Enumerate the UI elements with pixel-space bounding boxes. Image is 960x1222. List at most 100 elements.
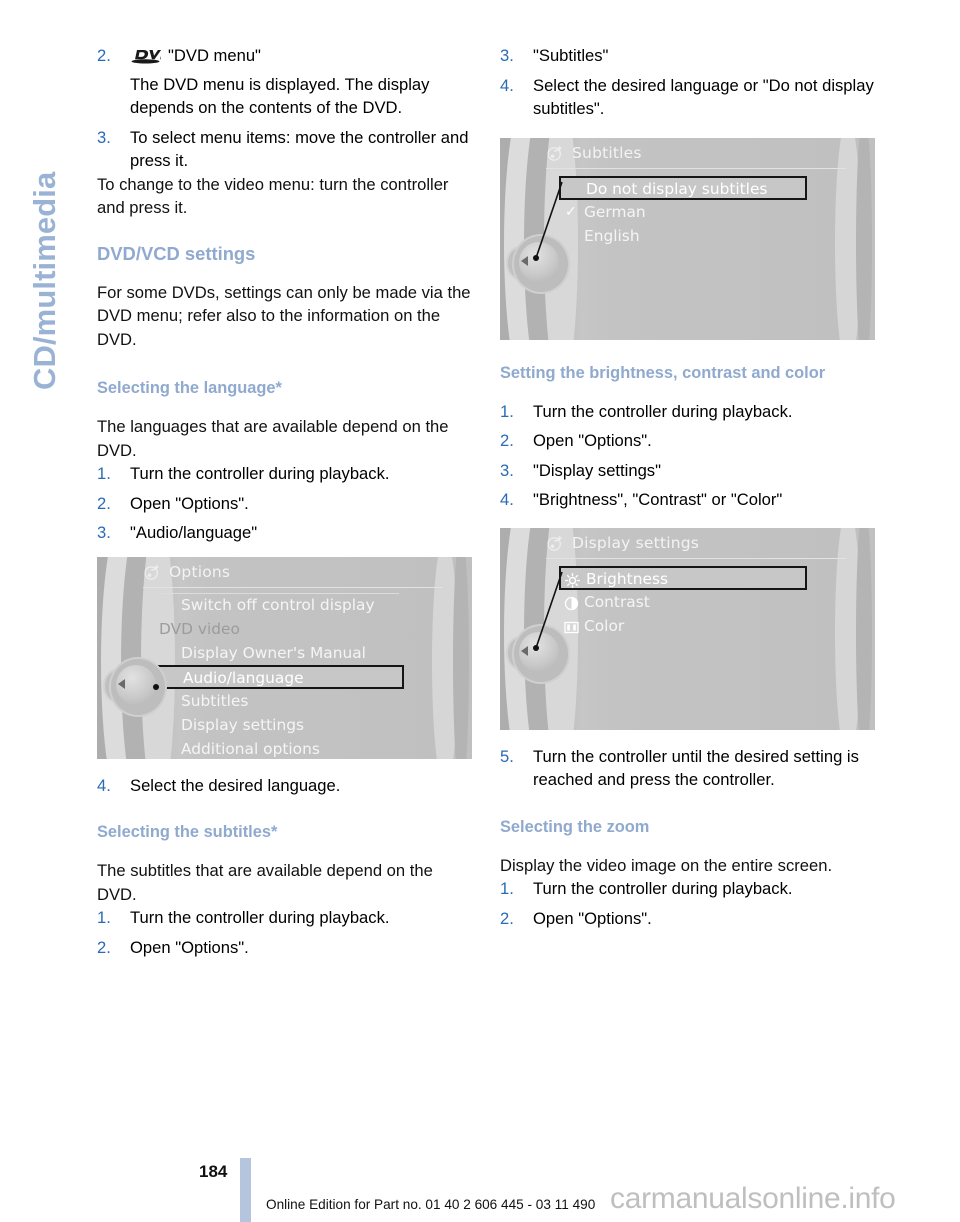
cd-options-icon — [144, 564, 161, 581]
menu-item-display-owners-manual[interactable]: Display Owner's Manual — [159, 641, 403, 665]
step-number: 2. — [97, 493, 111, 513]
zoom-steps: 1. Turn the controller during playback. … — [500, 877, 877, 930]
list-item: 4. Select the desired language. — [97, 774, 474, 798]
menu-item-brightness[interactable]: Brightness — [559, 565, 807, 590]
screenshot-display-settings-menu: Display settings Brightness Contrast Col… — [500, 527, 875, 730]
menu-item-label: Contrast — [584, 592, 650, 611]
menu-item-display-settings[interactable]: Display settings — [159, 713, 403, 737]
list-item: 5. Turn the controller until the desired… — [500, 745, 877, 792]
screen-title: Subtitles — [572, 144, 642, 162]
menu-item-english[interactable]: English — [562, 224, 806, 248]
paragraph-zoom: Display the video image on the entire sc… — [500, 855, 833, 875]
language-step-4: 4. Select the desired language. — [97, 774, 474, 798]
idrive-controller-knob[interactable] — [506, 232, 570, 294]
knob-arrow-icon — [118, 678, 125, 689]
list-item: 2. Open "Options". — [500, 429, 877, 453]
paragraph-video-menu: To change to the video menu: turn the co… — [97, 174, 449, 218]
step-text: Select the desired language. — [130, 775, 341, 795]
cd-options-icon — [547, 535, 564, 552]
menu-item-do-not-display-subtitles[interactable]: Do not display subtitles — [559, 175, 807, 200]
screenshot-options-menu: Options Switch off control display DVD v… — [97, 556, 472, 759]
subheading-selecting-subtitles: Selecting the subtitles* — [97, 823, 278, 841]
brightness-steps: 1. Turn the controller during playback. … — [500, 400, 877, 512]
menu-item-label: Brightness — [586, 569, 668, 588]
heading-selecting-zoom: Selecting the zoom — [500, 817, 650, 836]
step-text: "Audio/language" — [130, 523, 258, 542]
contrast-icon — [564, 594, 580, 610]
step-number: 1. — [97, 908, 111, 927]
step-number: 4. — [500, 75, 514, 95]
menu-list: Brightness Contrast Color — [559, 565, 807, 638]
menu-item-switch-off-control-display[interactable]: Switch off control display — [159, 592, 403, 617]
list-item: 3. "Display settings" — [500, 459, 877, 483]
step-text: Open "Options". — [130, 493, 249, 513]
menu-group-dvd-video: DVD video — [159, 619, 240, 638]
cd-options-icon — [547, 145, 564, 162]
knob-arrow-icon — [521, 645, 528, 656]
screen-header: Subtitles — [500, 138, 875, 169]
step-text: "Display settings" — [533, 460, 661, 480]
list-item: 1. Turn the controller during playback. — [500, 877, 877, 901]
paragraph-subtitles: The subtitles that are available depend … — [97, 861, 433, 904]
heading-brightness-contrast-color: Setting the brightness, contrast and col… — [500, 363, 826, 382]
chapter-title: CD/multimedia — [27, 171, 62, 390]
paragraph-dvd-vcd: For some DVDs, settings can only be made… — [97, 282, 471, 349]
screenshot-subtitles-menu: Subtitles Do not display subtitles ✓ Ger… — [500, 137, 875, 340]
idrive-controller-knob[interactable] — [103, 655, 167, 717]
menu-item-additional-options[interactable]: Additional options — [159, 737, 403, 759]
list-item: 2. Open "Options". — [500, 907, 877, 931]
list-item: 2. Open "Options". — [97, 492, 474, 516]
left-text-column: 2. "DVD menu" The DVD menu is displayed.… — [97, 44, 474, 959]
step-text: "Brightness", "Contrast" or "Color" — [533, 490, 783, 509]
step-detail: The DVD menu is displayed. The display d… — [130, 74, 430, 118]
menu-item-color[interactable]: Color — [562, 614, 806, 638]
step-number: 3. — [500, 46, 514, 65]
menu-item-contrast[interactable]: Contrast — [562, 590, 806, 614]
step-number: 1. — [500, 401, 514, 421]
step-number: 4. — [500, 490, 514, 509]
step-text: To select menu items: move the controlle… — [130, 127, 469, 171]
list-item: 1. Turn the controller during playback. — [500, 400, 877, 424]
step-text: Turn the controller during playback. — [533, 879, 793, 898]
list-item: 4. "Brightness", "Contrast" or "Color" — [500, 488, 877, 512]
step-number: 2. — [97, 937, 111, 957]
subtitle-steps: 1. Turn the controller during playback. … — [97, 906, 474, 959]
menu-item-audio-language[interactable]: Audio/language — [156, 664, 404, 689]
step-text: "DVD menu" — [168, 46, 261, 65]
menu-item-german[interactable]: ✓ German — [562, 200, 806, 224]
footer-accent-bar — [240, 1158, 251, 1222]
language-steps: 1. Turn the controller during playback. … — [97, 462, 474, 545]
menu-item-label: German — [584, 202, 646, 221]
step-text: Turn the controller during playback. — [130, 908, 390, 927]
watermark: carmanualsonline.info — [610, 1182, 896, 1215]
step-number: 3. — [500, 460, 514, 480]
step-number: 2. — [500, 908, 514, 928]
step-number: 2. — [97, 46, 111, 65]
list-item: 3. To select menu items: move the contro… — [97, 126, 474, 173]
header-divider — [143, 586, 443, 588]
dvd-logo-icon — [130, 47, 174, 71]
right-text-column: 3. "Subtitles" 4. Select the desired lan… — [500, 44, 877, 930]
step-number: 5. — [500, 746, 514, 766]
heading-dvd-vcd-settings: DVD/VCD settings — [97, 242, 256, 264]
sun-icon — [564, 572, 581, 588]
screen-header: Display settings — [500, 528, 875, 559]
screen-header: Options — [97, 557, 472, 588]
step-text: Open "Options". — [130, 937, 249, 957]
step-text: "Subtitles" — [533, 46, 609, 65]
header-divider — [546, 557, 846, 559]
menu-list: Switch off control display DVD video Dis… — [156, 592, 404, 759]
menu-item-label: Color — [584, 616, 625, 635]
menu-list: Do not display subtitles ✓ German Englis… — [559, 175, 807, 248]
list-item: 3. "Subtitles" — [500, 44, 877, 68]
list-item: 3. "Audio/language" — [97, 521, 474, 545]
checkmark-icon: ✓ — [565, 203, 577, 220]
knob-arrow-icon — [521, 255, 528, 266]
menu-item-subtitles[interactable]: Subtitles — [159, 689, 403, 713]
idrive-controller-knob[interactable] — [506, 622, 570, 684]
list-item: 4. Select the desired language or "Do no… — [500, 74, 877, 121]
step-text: Turn the controller until the desired se… — [533, 746, 859, 790]
step-text: Select the desired language or "Do not d… — [533, 75, 874, 119]
step-number: 2. — [500, 431, 514, 450]
paragraph-language: The languages that are available depend … — [97, 417, 449, 460]
